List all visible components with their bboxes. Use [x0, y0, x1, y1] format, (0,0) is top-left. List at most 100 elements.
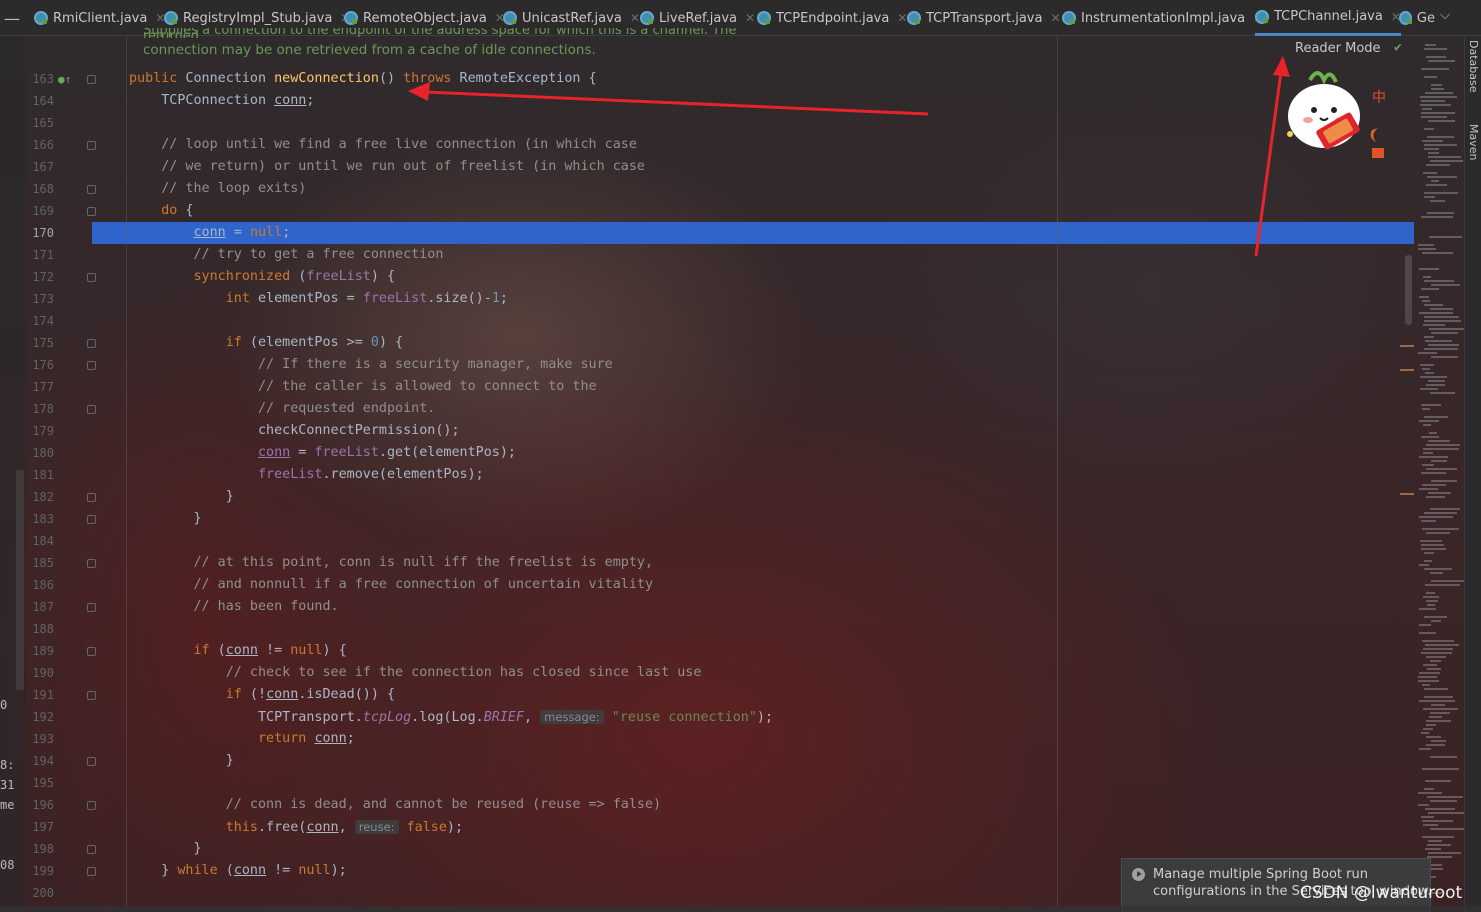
fold-marker-icon[interactable] [87, 207, 96, 216]
right-margin-guide [1057, 36, 1058, 912]
minimap-line [1426, 384, 1445, 386]
line-number[interactable]: 198 [26, 842, 54, 856]
code-line: // the caller is allowed to connect to t… [129, 379, 597, 394]
fold-marker-icon[interactable] [87, 185, 96, 194]
line-number[interactable]: 194 [26, 754, 54, 768]
tab-truncated[interactable]: Ge [1399, 0, 1435, 36]
minimap-line [1426, 496, 1445, 498]
line-number[interactable]: 167 [26, 160, 54, 174]
fold-marker-icon[interactable] [87, 273, 96, 282]
collapse-icon[interactable]: — [4, 9, 20, 28]
line-number[interactable]: 188 [26, 622, 54, 636]
chevron-down-icon[interactable]: ⌵ [1440, 8, 1450, 23]
minimap-line [1419, 624, 1431, 626]
line-number[interactable]: 182 [26, 490, 54, 504]
fold-marker-icon[interactable] [87, 493, 96, 502]
fold-marker-icon[interactable] [87, 603, 96, 612]
code-minimap[interactable] [1418, 36, 1466, 912]
line-number[interactable]: 184 [26, 534, 54, 548]
fold-marker-icon[interactable] [87, 647, 96, 656]
fold-marker-icon[interactable] [87, 801, 96, 810]
line-number[interactable]: 189 [26, 644, 54, 658]
fold-marker-icon[interactable] [87, 757, 96, 766]
line-number[interactable]: 193 [26, 732, 54, 746]
minimap-line [1420, 540, 1442, 542]
override-marker-icon[interactable]: ●↑ [58, 73, 71, 86]
tab-tcpendpoint[interactable]: TCPEndpoint.java ✕ [757, 0, 907, 36]
close-icon[interactable]: ✕ [745, 11, 755, 25]
line-number[interactable]: 168 [26, 182, 54, 196]
fold-marker-icon[interactable] [87, 75, 96, 84]
line-number[interactable]: 175 [26, 336, 54, 350]
fold-marker-icon[interactable] [87, 361, 96, 370]
line-number[interactable]: 185 [26, 556, 54, 570]
line-number[interactable]: 180 [26, 446, 54, 460]
check-icon[interactable]: ✔ [1394, 40, 1402, 55]
line-number[interactable]: 197 [26, 820, 54, 834]
fold-marker-icon[interactable] [87, 141, 96, 150]
minimap-line [1422, 768, 1459, 770]
tab-tcptransport[interactable]: TCPTransport.java ✕ [907, 0, 1061, 36]
line-number[interactable]: 190 [26, 666, 54, 680]
editor-scrollbar[interactable] [1405, 255, 1412, 325]
line-number[interactable]: 174 [26, 314, 54, 328]
line-number[interactable]: 199 [26, 864, 54, 878]
line-number[interactable]: 195 [26, 776, 54, 790]
fold-marker-icon[interactable] [87, 339, 96, 348]
line-number[interactable]: 200 [26, 886, 54, 900]
line-number[interactable]: 173 [26, 292, 54, 306]
minimap-line [1424, 304, 1443, 306]
close-icon[interactable]: ✕ [897, 11, 907, 25]
status-bar [0, 906, 1481, 912]
line-number[interactable]: 171 [26, 248, 54, 262]
fold-marker-icon[interactable] [87, 867, 96, 876]
tab-instrumentationimpl[interactable]: InstrumentationImpl.java ✕ [1062, 0, 1263, 36]
minimap-line [1428, 60, 1455, 62]
error-stripe-marker[interactable] [1400, 369, 1414, 371]
minimap-line [1424, 696, 1453, 698]
line-number[interactable]: 181 [26, 468, 54, 482]
minimap-line [1428, 840, 1442, 842]
line-number[interactable]: 177 [26, 380, 54, 394]
close-icon[interactable]: ✕ [630, 11, 640, 25]
line-number[interactable]: 196 [26, 798, 54, 812]
minimap-line [1421, 816, 1434, 818]
line-number[interactable]: 166 [26, 138, 54, 152]
reader-mode-button[interactable]: Reader Mode [1295, 41, 1381, 56]
minimap-line [1418, 244, 1434, 246]
line-number[interactable]: 179 [26, 424, 54, 438]
line-number[interactable]: 178 [26, 402, 54, 416]
left-scrollbar[interactable] [16, 470, 24, 690]
fold-marker-icon[interactable] [87, 845, 96, 854]
error-stripe-marker[interactable] [1400, 493, 1414, 495]
code-line: } [129, 841, 202, 856]
line-number[interactable]: 165 [26, 116, 54, 130]
minimap-line [1423, 596, 1439, 598]
fold-marker-icon[interactable] [87, 559, 96, 568]
line-number[interactable]: 187 [26, 600, 54, 614]
line-number[interactable]: 192 [26, 710, 54, 724]
line-number[interactable]: 170 [26, 226, 54, 240]
line-number[interactable]: 164 [26, 94, 54, 108]
error-stripe-marker[interactable] [1400, 345, 1414, 347]
minimap-line [1424, 560, 1432, 562]
left-partial-text: 8: [0, 758, 15, 772]
tab-tcpchannel[interactable]: TCPChannel.java ✕ [1255, 0, 1401, 36]
fold-marker-icon[interactable] [87, 405, 96, 414]
line-number[interactable]: 176 [26, 358, 54, 372]
line-number[interactable]: 169 [26, 204, 54, 218]
right-tool-window-strip: Database Maven [1464, 36, 1481, 912]
line-number[interactable]: 191 [26, 688, 54, 702]
code-line: // conn is dead, and cannot be reused (r… [129, 797, 662, 812]
tool-window-database[interactable]: Database [1467, 40, 1480, 93]
minimap-line [1424, 552, 1434, 554]
line-number[interactable]: 172 [26, 270, 54, 284]
fold-marker-icon[interactable] [87, 691, 96, 700]
line-number[interactable]: 183 [26, 512, 54, 526]
fold-marker-icon[interactable] [87, 515, 96, 524]
line-number[interactable]: 163 [26, 72, 54, 86]
line-number[interactable]: 186 [26, 578, 54, 592]
minimap-line [1420, 96, 1457, 98]
close-icon[interactable]: ✕ [1050, 11, 1060, 25]
tool-window-maven[interactable]: Maven [1467, 124, 1480, 160]
